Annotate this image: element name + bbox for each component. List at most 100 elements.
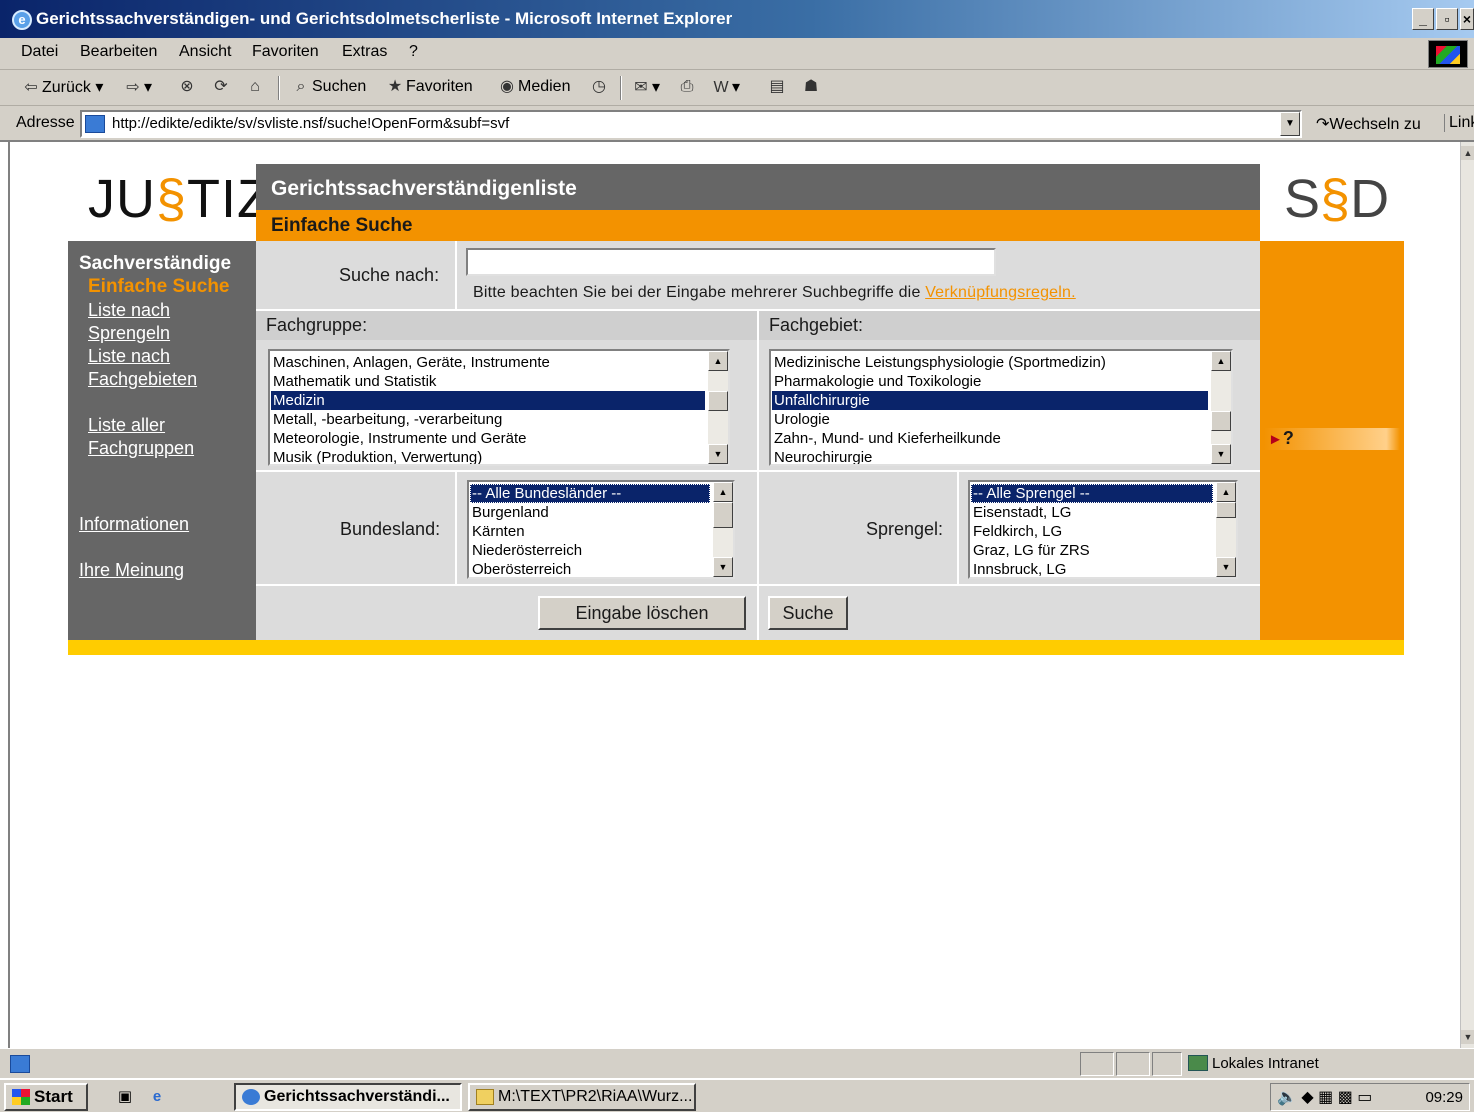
listbox-scrollbar[interactable]: ▲ ▼ — [713, 482, 733, 577]
forward-dropdown-icon[interactable]: ▾ — [144, 79, 152, 96]
antivirus-icon[interactable]: ▩ — [1338, 1089, 1353, 1106]
bundesland-listbox[interactable]: -- Alle Bundesländer -- Burgenland Kärnt… — [467, 480, 735, 579]
help-link[interactable]: ►? — [1264, 428, 1400, 450]
favorites-button[interactable]: ★ Favoriten — [384, 77, 473, 97]
scroll-thumb[interactable] — [1216, 502, 1236, 518]
messenger-button[interactable]: ☗ — [800, 77, 822, 97]
list-item[interactable]: Oberösterreich — [472, 560, 571, 577]
list-item[interactable]: Niederösterreich — [472, 541, 582, 560]
list-item[interactable]: Meteorologie, Instrumente und Geräte — [273, 429, 526, 448]
listbox-scrollbar[interactable]: ▲ ▼ — [708, 351, 728, 464]
menu-help[interactable]: ? — [409, 43, 418, 61]
list-item[interactable]: Innsbruck, LG — [973, 560, 1066, 577]
stop-button[interactable]: ⊗ — [176, 77, 198, 97]
scroll-down-icon[interactable]: ▼ — [708, 444, 728, 464]
list-item[interactable]: Pharmakologie und Toxikologie — [774, 372, 981, 391]
list-item[interactable]: Mathematik und Statistik — [273, 372, 436, 391]
tray-app-icon[interactable]: ◆ — [1301, 1089, 1313, 1106]
scroll-up-icon[interactable]: ▲ — [713, 482, 733, 502]
list-item[interactable]: Graz, LG für ZRS — [973, 541, 1090, 560]
sprengel-listbox[interactable]: -- Alle Sprengel -- Eisenstadt, LG Feldk… — [968, 480, 1238, 579]
tray-monitor-icon[interactable]: ▭ — [1357, 1089, 1372, 1106]
address-dropdown-icon[interactable]: ▼ — [1280, 112, 1300, 136]
clear-button[interactable]: Eingabe löschen — [538, 596, 746, 630]
nav-link-informationen[interactable]: Informationen — [79, 513, 189, 536]
scroll-up-icon[interactable]: ▲ — [708, 351, 728, 371]
nav-link-liste-sprengel[interactable]: Liste nach Sprengeln — [88, 299, 170, 345]
scroll-down-icon[interactable]: ▼ — [1216, 557, 1236, 577]
list-item[interactable]: Medizinische Leistungsphysiologie (Sport… — [774, 353, 1106, 372]
menu-bearbeiten[interactable]: Bearbeiten — [80, 43, 157, 61]
back-dropdown-icon[interactable]: ▾ — [95, 79, 103, 96]
left-navigation: Sachverständige Einfache Suche Liste nac… — [68, 241, 256, 640]
scroll-up-icon[interactable]: ▲ — [1216, 482, 1236, 502]
scroll-up-icon[interactable]: ▲ — [1211, 351, 1231, 371]
nav-link-liste-fachgruppen[interactable]: Liste aller Fachgruppen — [88, 414, 194, 460]
ie-quicklaunch-icon[interactable]: e — [146, 1087, 168, 1107]
page-header: Gerichtssachverständigenliste — [256, 164, 1260, 210]
address-input[interactable]: http://edikte/edikte/sv/svliste.nsf/such… — [80, 110, 1302, 138]
start-button[interactable]: Start — [4, 1083, 88, 1111]
scroll-thumb[interactable] — [713, 502, 733, 528]
print-button[interactable]: ⎙ — [676, 77, 698, 97]
minimize-button[interactable]: _ — [1412, 8, 1434, 30]
nav-link-ihre-meinung[interactable]: Ihre Meinung — [79, 559, 184, 582]
links-button[interactable]: Links — [1444, 114, 1474, 132]
menu-favoriten[interactable]: Favoriten — [252, 43, 319, 61]
list-item-selected[interactable]: Unfallchirurgie — [772, 391, 1208, 410]
vertical-scrollbar[interactable]: ▲ ▼ — [1460, 142, 1474, 1048]
scroll-down-icon[interactable]: ▼ — [713, 557, 733, 577]
maximize-button[interactable]: ▫ — [1436, 8, 1458, 30]
list-item[interactable]: Burgenland — [472, 503, 549, 522]
scroll-thumb[interactable] — [708, 391, 728, 411]
taskbar-item-ie[interactable]: Gerichtssachverständi... — [234, 1083, 462, 1111]
menu-datei[interactable]: Datei — [21, 43, 58, 61]
mail-button[interactable]: ✉ ▾ — [630, 77, 660, 98]
list-item[interactable]: Urologie — [774, 410, 830, 429]
nav-link-liste-fachgebiete[interactable]: Liste nach Fachgebieten — [88, 345, 197, 391]
fachgebiet-listbox[interactable]: Medizinische Leistungsphysiologie (Sport… — [769, 349, 1233, 466]
show-desktop-icon[interactable]: ▣ — [114, 1087, 136, 1107]
list-item-selected[interactable]: -- Alle Bundesländer -- — [470, 484, 710, 503]
search-submit-button[interactable]: Suche — [768, 596, 848, 630]
media-button[interactable]: ◉ Medien — [496, 77, 570, 97]
list-item[interactable]: Neurochirurgie — [774, 448, 872, 464]
search-button[interactable]: ⌕ Suchen — [290, 77, 367, 97]
menu-bar: Datei Bearbeiten Ansicht Favoriten Extra… — [0, 38, 1474, 70]
nav-item-einfache-suche[interactable]: Einfache Suche — [88, 276, 230, 298]
list-item-selected[interactable]: -- Alle Sprengel -- — [971, 484, 1213, 503]
edit-button[interactable]: W ▾ — [710, 77, 740, 98]
history-button[interactable]: ◷ — [588, 77, 610, 97]
list-item[interactable]: Maschinen, Anlagen, Geräte, Instrumente — [273, 353, 550, 372]
close-button[interactable]: × — [1460, 8, 1474, 30]
discuss-button[interactable]: ▤ — [766, 77, 788, 97]
fachgruppe-listbox[interactable]: Maschinen, Anlagen, Geräte, Instrumente … — [268, 349, 730, 466]
list-item[interactable]: Metall, -bearbeitung, -verarbeitung — [273, 410, 502, 429]
volume-icon[interactable]: 🔈 — [1277, 1089, 1297, 1106]
refresh-button[interactable]: ⟳ — [210, 77, 232, 97]
home-button[interactable]: ⌂ — [244, 77, 266, 97]
scroll-thumb[interactable] — [1211, 411, 1231, 431]
menu-extras[interactable]: Extras — [342, 43, 387, 61]
forward-button[interactable]: ⇨ ▾ — [122, 77, 152, 98]
back-button[interactable]: ⇦ Zurück ▾ — [20, 77, 103, 98]
list-item[interactable]: Eisenstadt, LG — [973, 503, 1071, 522]
divider — [455, 241, 457, 309]
list-item[interactable]: Musik (Produktion, Verwertung) — [273, 448, 482, 464]
listbox-scrollbar[interactable]: ▲ ▼ — [1216, 482, 1236, 577]
list-item[interactable]: Kärnten — [472, 522, 525, 541]
search-input[interactable] — [466, 248, 996, 276]
listbox-scrollbar[interactable]: ▲ ▼ — [1211, 351, 1231, 464]
taskbar-item-folder[interactable]: M:\TEXT\PR2\RiAA\Wurz... — [468, 1083, 696, 1111]
scroll-up-icon[interactable]: ▲ — [1461, 146, 1474, 160]
list-item[interactable]: Zahn-, Mund- und Kieferheilkunde — [774, 429, 1001, 448]
menu-ansicht[interactable]: Ansicht — [179, 43, 231, 61]
list-item-selected[interactable]: Medizin — [271, 391, 705, 410]
go-button[interactable]: ↷Wechseln zu — [1316, 114, 1421, 134]
network-icon[interactable]: ▦ — [1318, 1089, 1333, 1106]
divider — [957, 472, 959, 584]
scroll-down-icon[interactable]: ▼ — [1461, 1030, 1474, 1044]
scroll-down-icon[interactable]: ▼ — [1211, 444, 1231, 464]
link-verknuepfungsregeln[interactable]: Verknüpfungsregeln. — [925, 284, 1076, 301]
list-item[interactable]: Feldkirch, LG — [973, 522, 1062, 541]
